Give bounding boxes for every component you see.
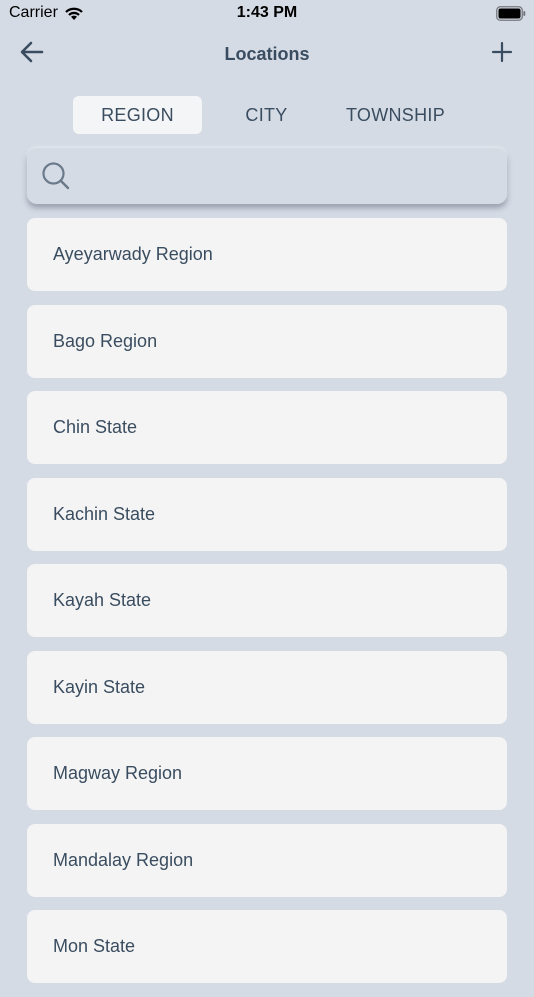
list-item[interactable]: Kayin State — [27, 650, 507, 724]
tab-township[interactable]: TOWNSHIP — [331, 96, 460, 134]
list-item[interactable]: Chin State — [27, 391, 507, 464]
list-item-label: Kayah State — [53, 590, 152, 610]
status-bar: Carrier 1:43 PM — [0, 0, 534, 28]
list-item-label: Mandalay Region — [53, 849, 194, 870]
list-item[interactable]: Mandalay Region — [27, 823, 507, 897]
list-item[interactable]: Bago Region — [27, 304, 507, 378]
location-list: Ayeyarwady Region Bago Region Chin State… — [27, 218, 507, 997]
status-time: 1:43 PM — [236, 4, 298, 21]
tab-region[interactable]: REGION — [73, 96, 202, 134]
search-icon — [41, 161, 71, 191]
add-location-button[interactable] — [484, 38, 520, 70]
list-item-label: Kachin State — [53, 503, 156, 524]
page-title: Locations — [224, 44, 310, 64]
list-item-label: Ayeyarwady Region — [53, 244, 213, 264]
search-input[interactable] — [79, 155, 493, 197]
navigation-bar: Locations — [0, 32, 534, 76]
list-item[interactable]: Mon State — [27, 910, 507, 983]
plus-icon — [491, 41, 513, 68]
search-bar — [27, 148, 507, 204]
list-item[interactable]: Ayeyarwady Region — [27, 218, 507, 291]
list-item[interactable]: Magway Region — [27, 737, 507, 810]
list-item[interactable]: Kachin State — [27, 477, 507, 551]
list-item-label: Bago Region — [53, 330, 158, 351]
list-item-label: Kayin State — [53, 676, 146, 697]
list-item-label: Magway Region — [53, 763, 183, 783]
list-item-label: Mon State — [53, 936, 136, 956]
tab-city[interactable]: CITY — [202, 96, 331, 134]
battery-icon — [496, 6, 526, 21]
list-item-label: Chin State — [53, 417, 138, 437]
list-item[interactable]: Kayah State — [27, 564, 507, 637]
location-type-tabs: REGION CITY TOWNSHIP — [73, 96, 460, 134]
